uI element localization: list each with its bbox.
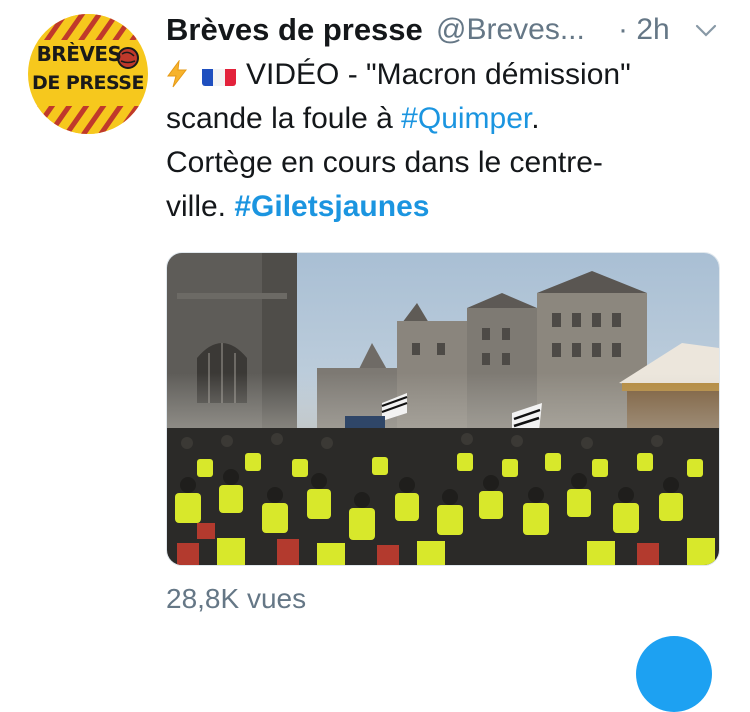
avatar-text-line1: BRÈVES xyxy=(36,42,122,66)
compose-tweet-button[interactable] xyxy=(636,636,712,712)
chevron-down-icon[interactable] xyxy=(695,24,717,38)
avatar[interactable]: BRÈVES DE PRESSE xyxy=(28,14,148,134)
hashtag-quimper[interactable]: #Quimper xyxy=(401,102,531,135)
lightning-bolt-icon xyxy=(167,59,188,88)
video-thumbnail[interactable] xyxy=(166,252,720,566)
tweet-text: VIDÉO - "Macron démission" scande la fou… xyxy=(166,53,726,229)
author-name[interactable]: Brèves de presse xyxy=(166,12,423,48)
tweet-header: Brèves de presse @Breves... · 2h xyxy=(166,10,726,50)
view-count: 28,8K vues xyxy=(166,583,307,614)
tweet-line-4-text: ville. xyxy=(166,190,235,223)
hashtag-giletsjaunes[interactable]: #Giletsjaunes xyxy=(234,190,429,223)
tweet-line-1-text: VIDÉO - "Macron démission" xyxy=(246,58,631,91)
tweet-line-2-text: scande la foule à xyxy=(166,102,402,135)
tweet-timestamp[interactable]: · 2h xyxy=(618,13,670,47)
author-handle[interactable]: @Breves... xyxy=(436,13,585,47)
tweet-line-2-end: . xyxy=(531,102,540,135)
france-flag-icon xyxy=(202,62,236,86)
tweet-line-2: scande la foule à #Quimper. xyxy=(166,97,726,141)
protest-crowd-image xyxy=(167,253,719,565)
tweet-line-3: Cortège en cours dans le centre- xyxy=(166,146,603,179)
avatar-text-line2: DE PRESSE xyxy=(32,72,144,94)
tweet-line-1: VIDÉO - "Macron démission" xyxy=(166,53,726,97)
tweet-line-4: ville. #Giletsjaunes xyxy=(166,185,726,229)
